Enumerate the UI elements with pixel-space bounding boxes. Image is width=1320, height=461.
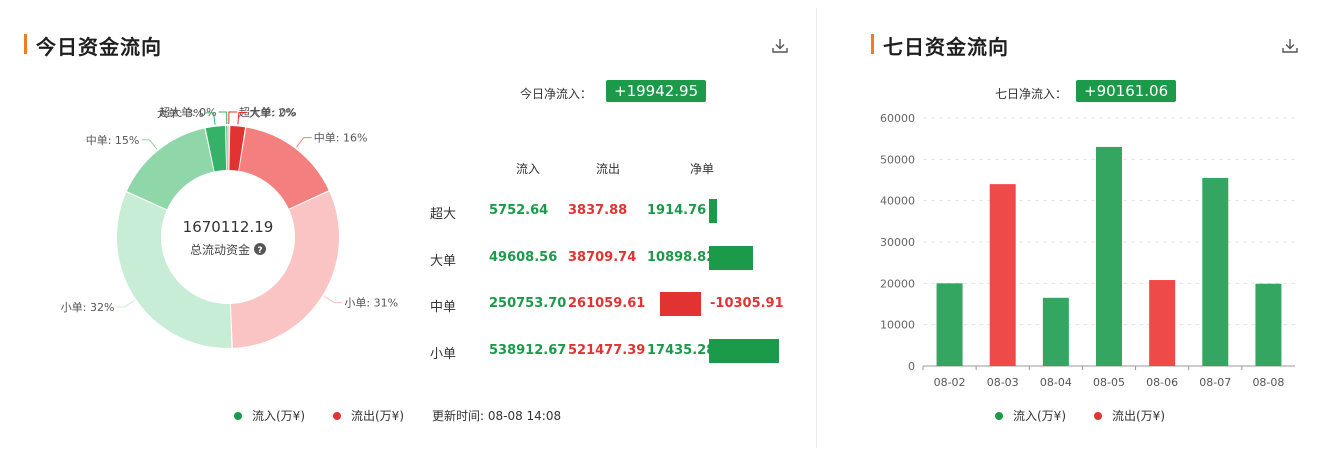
legend-inflow-dot (234, 411, 242, 420)
today-net-badge: +19942.95 (606, 80, 707, 102)
net-bar (659, 292, 701, 316)
row-outflow: 38709.74 (568, 250, 637, 265)
download-icon[interactable] (1280, 36, 1300, 56)
header-outflow: 流出 (596, 162, 621, 176)
today-net-label: 今日净流入： (520, 87, 593, 101)
net-bar (709, 199, 717, 223)
x-tick-label: 08-06 (1146, 376, 1178, 389)
bar-08-02[interactable] (936, 283, 963, 366)
week-net-badge: +90161.06 (1076, 80, 1177, 102)
row-net: 10898.82 (647, 250, 716, 265)
slice-label-line (296, 137, 312, 148)
header-inflow: 流入 (516, 162, 541, 176)
row-outflow: 3837.88 (568, 203, 628, 218)
y-tick-label: 20000 (880, 277, 915, 290)
row-outflow: 261059.61 (568, 296, 646, 311)
y-tick-label: 10000 (880, 319, 915, 332)
update-time: 更新时间: 08-08 14:08 (432, 409, 562, 423)
slice-label-line (228, 111, 237, 125)
net-bar (709, 246, 753, 270)
slice-label: 大单: 2% (249, 105, 296, 119)
slice-label: 中单: 15% (86, 134, 140, 147)
legend-outflow[interactable]: 流出(万¥) (333, 407, 404, 424)
donut-slice-inflow[interactable] (226, 126, 228, 171)
help-icon[interactable]: ? (254, 243, 266, 256)
x-tick-label: 08-04 (1040, 376, 1072, 389)
net-bar (709, 339, 779, 363)
week-title: 七日资金流向 (883, 35, 1009, 59)
y-tick-label: 60000 (880, 112, 915, 125)
legend-outflow-dot (1094, 411, 1102, 420)
row-inflow: 5752.64 (489, 203, 549, 218)
row-inflow: 250753.70 (489, 296, 567, 311)
slice-label: 中单: 16% (314, 132, 368, 145)
row-outflow: 521477.39 (568, 343, 646, 358)
title-accent-bar (24, 34, 27, 54)
donut-chart: 超大单: 0%大单: 2%中单: 16%小单: 31%超大单: 0%大单: 3%… (61, 105, 398, 348)
slice-label: 大单: 3% (157, 106, 204, 120)
legend-outflow[interactable]: 流出(万¥) (1094, 407, 1165, 424)
x-tick-label: 08-08 (1252, 376, 1284, 389)
slice-label: 小单: 32% (61, 301, 115, 314)
donut-slice-outflow[interactable] (228, 126, 229, 171)
legend-outflow-label: 流出(万¥) (351, 409, 404, 423)
row-label: 小单 (430, 347, 457, 362)
bar-08-08[interactable] (1255, 283, 1282, 366)
slice-label-line (141, 139, 158, 150)
donut-slice-inflow[interactable] (126, 128, 214, 210)
slice-label-line (116, 299, 135, 308)
download-icon[interactable] (770, 36, 790, 56)
today-panel: 今日资金流向 超大单: 0% 大单: 2% 中单: 16% 小单: 31% 超大单: 0… (0, 0, 816, 461)
donut-slice-inflow[interactable] (116, 192, 232, 348)
row-net: -10305.91 (710, 296, 784, 311)
slice-label-line (323, 295, 343, 304)
x-tick-label: 08-02 (934, 376, 966, 389)
legend-inflow-label: 流入(万¥) (252, 409, 305, 423)
header-net: 净单 (690, 162, 715, 176)
legend-outflow-label: 流出(万¥) (1112, 409, 1165, 423)
row-label: 大单 (430, 254, 457, 269)
row-label: 超大 (430, 207, 457, 222)
row-net: 17435.28 (647, 343, 716, 358)
bar-08-07[interactable] (1202, 177, 1229, 366)
legend-inflow-dot (995, 411, 1003, 420)
x-tick-label: 08-03 (987, 376, 1019, 389)
donut-slice-outflow[interactable] (230, 191, 339, 348)
row-label: 中单 (430, 300, 457, 315)
legend-inflow[interactable]: 流入(万¥) (234, 407, 305, 424)
row-net: 1914.76 (647, 203, 707, 218)
week-legend: 流入(万¥) 流出(万¥) (995, 407, 1193, 424)
week-panel: 七日资金流向 七日净流入： +90161.06 0 10000 20000 30000… (845, 0, 1320, 461)
svg-text:?: ? (257, 246, 262, 256)
x-tick-label: 08-05 (1093, 376, 1125, 389)
bar-08-06[interactable] (1149, 280, 1176, 366)
panel-divider (816, 8, 817, 448)
slice-label-line (218, 111, 228, 125)
x-tick-label: 08-07 (1199, 376, 1231, 389)
legend-inflow[interactable]: 流入(万¥) (995, 407, 1066, 424)
weekly-bar-chart: 0 10000 20000 30000 40000 50000 60000 08-02 08-… (880, 112, 1295, 389)
y-tick-label: 0 (908, 360, 915, 373)
bar-08-04[interactable] (1042, 297, 1069, 366)
donut-center-label: 总流动资金 (190, 242, 250, 257)
title-accent-bar (871, 34, 874, 54)
legend-inflow-label: 流入(万¥) (1013, 409, 1066, 423)
y-tick-label: 40000 (880, 195, 915, 208)
today-title: 今日资金流向 (36, 35, 162, 59)
row-inflow: 538912.67 (489, 343, 567, 358)
slice-label: 小单: 31% (344, 297, 398, 310)
legend-outflow-dot (333, 411, 341, 420)
bar-08-03[interactable] (989, 184, 1016, 366)
y-tick-label: 30000 (880, 236, 915, 249)
bar-08-05[interactable] (1096, 146, 1122, 366)
donut-center-value: 1670112.19 (183, 218, 274, 236)
today-legend: 流入(万¥) 流出(万¥) 更新时间: 08-08 14:08 (234, 407, 561, 424)
row-inflow: 49608.56 (489, 250, 558, 265)
y-tick-label: 50000 (880, 153, 915, 166)
